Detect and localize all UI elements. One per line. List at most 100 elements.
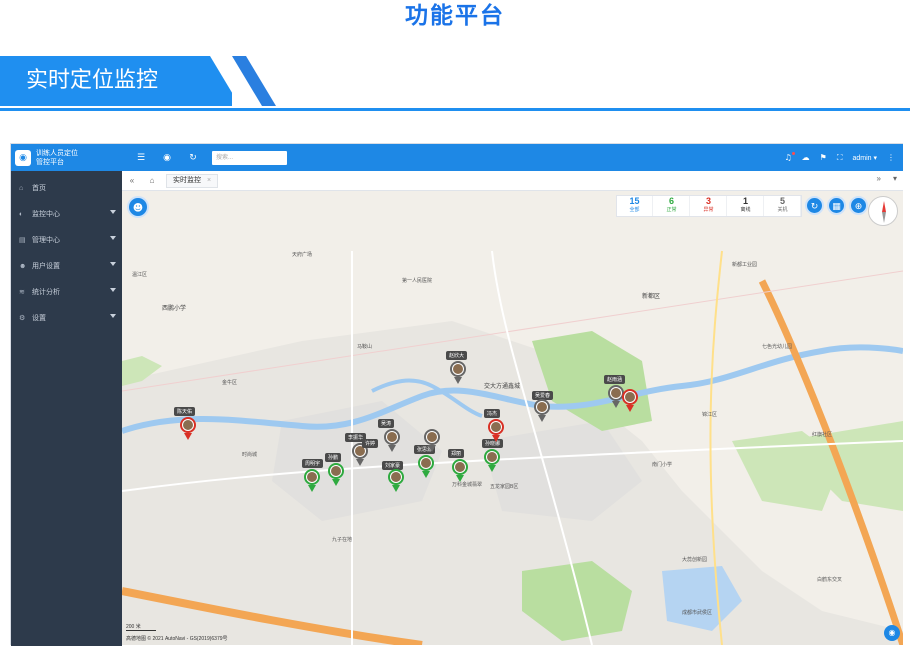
home-icon: ⌂ [19, 184, 24, 192]
chart-icon: ≋ [19, 289, 25, 296]
map-label: 时尚城 [242, 452, 258, 458]
stat-value: 3 [705, 196, 711, 206]
stat-shutdown[interactable]: 5 关机 [765, 196, 801, 216]
map-label: 天府广场 [292, 252, 313, 258]
tab-menu-icon[interactable]: ▾ [893, 174, 897, 183]
sidebar-item-user[interactable]: ☻ 用户设置 [11, 253, 122, 279]
username: admin [852, 154, 872, 162]
sidebar: ◉ 训练人员定位 管控平台 ⌂ 首页 ◐ 监控中心 ▤ 管理中心 ☻ 用户设置 ≋ 统计分… [11, 144, 122, 646]
stat-value: 5 [779, 196, 785, 206]
logo-icon: ◉ [15, 149, 31, 166]
map-label: 新都工业园 [732, 262, 758, 268]
close-icon[interactable]: × [207, 175, 211, 187]
app-window: ◉ 训练人员定位 管控平台 ⌂ 首页 ◐ 监控中心 ▤ 管理中心 ☻ 用户设置 ≋ 统计分… [10, 143, 903, 646]
status-summary: 15 全部 6 正常 3 异常 1 离线 5 关机 [616, 195, 802, 217]
section-title: 实时定位监控 [26, 68, 159, 93]
person-marker[interactable] [328, 463, 344, 486]
globe-icon[interactable]: ◉ [160, 153, 174, 163]
chevron-down-icon [110, 314, 116, 318]
person-marker[interactable] [488, 419, 504, 442]
person-marker[interactable] [418, 455, 434, 478]
stat-label: 关机 [777, 207, 788, 213]
sidebar-item-manage[interactable]: ▤ 管理中心 [11, 227, 122, 253]
chevron-down-icon [110, 262, 116, 266]
sidebar-item-label: 首页 [32, 185, 46, 192]
person-marker[interactable] [180, 417, 196, 440]
sidebar-item-home[interactable]: ⌂ 首页 [11, 175, 122, 201]
stat-offline[interactable]: 1 离线 [728, 196, 764, 216]
chevron-down-icon [110, 210, 116, 214]
sidebar-menu: ⌂ 首页 ◐ 监控中心 ▤ 管理中心 ☻ 用户设置 ≋ 统计分析 ⚙ 设置 [11, 175, 122, 331]
stat-label: 异常 [703, 207, 714, 213]
user-icon: ☻ [19, 262, 27, 270]
tab-realtime-monitor[interactable]: 实时监控 × [166, 173, 219, 188]
person-marker[interactable] [304, 469, 320, 492]
person-marker[interactable] [484, 449, 500, 472]
sidebar-item-label: 统计分析 [32, 289, 60, 296]
person-label: 郑丽 [448, 449, 465, 458]
person-marker[interactable] [384, 429, 400, 452]
compass-icon[interactable] [868, 196, 898, 226]
person-marker[interactable] [534, 399, 550, 422]
sidebar-item-stats[interactable]: ≋ 统计分析 [11, 279, 122, 305]
eye-icon[interactable]: ◉ [884, 625, 900, 641]
user-menu[interactable]: admin ▾ [852, 154, 877, 162]
page-title: 功能平台 [405, 3, 505, 29]
sidebar-item-monitor[interactable]: ◐ 监控中心 [11, 201, 122, 227]
tag-icon[interactable]: ⚑ [820, 153, 827, 162]
gear-icon: ⚙ [19, 315, 26, 322]
locate-button[interactable]: ⊕ [849, 196, 868, 215]
stat-value: 6 [668, 196, 674, 206]
stat-abnormal[interactable]: 3 异常 [691, 196, 727, 216]
more-icon[interactable]: ⋮ [887, 153, 895, 162]
grid-view-button[interactable]: ▦ [827, 196, 846, 215]
person-label: 周明宇 [302, 459, 324, 468]
home-tab-icon[interactable]: ⌂ [142, 176, 162, 185]
stat-label: 离线 [740, 207, 751, 213]
person-marker[interactable] [622, 389, 638, 412]
monitor-icon: ◐ [19, 210, 24, 218]
sidebar-item-label: 用户设置 [32, 263, 60, 270]
person-marker[interactable] [450, 361, 466, 384]
stat-all[interactable]: 15 全部 [617, 196, 653, 216]
map-view[interactable]: 西鹏小学 交大方通鑫城 新都区 温江区 新都工业园 马鞍山 第一人民医院 万科金… [122, 191, 903, 645]
map-label: 万科金城翡翠 [452, 482, 483, 488]
search-input[interactable]: 搜索... [212, 150, 287, 165]
map-label: 锦江区 [702, 412, 718, 418]
sidebar-item-settings[interactable]: ⚙ 设置 [11, 305, 122, 331]
person-label: 吴涛 [378, 419, 395, 428]
bell-icon[interactable]: ♫ [785, 152, 795, 162]
person-label: 孙鹏 [325, 453, 342, 462]
stat-normal[interactable]: 6 正常 [654, 196, 690, 216]
map-label: 九子在地 [332, 537, 353, 543]
logo-title-line1: 训练人员定位 [36, 149, 78, 157]
menu-toggle-icon[interactable]: ☰ [134, 153, 148, 163]
map-scale: 200 米 [126, 623, 156, 631]
map-label: 第一人民医院 [402, 278, 433, 284]
sidebar-item-label: 设置 [32, 315, 46, 322]
stat-value: 1 [742, 196, 748, 206]
chevron-down-icon [110, 288, 116, 292]
person-marker[interactable] [452, 459, 468, 482]
section-banner: 实时定位监控 [0, 56, 910, 116]
personnel-list-button[interactable]: ☻ [127, 196, 149, 218]
map-label: 白鹤东交叉 [817, 577, 843, 583]
person-label: 许婷 [362, 439, 379, 448]
fullscreen-icon[interactable]: ⛶ [837, 153, 843, 163]
tab-scroll-left-icon[interactable]: « [122, 176, 142, 185]
person-marker[interactable] [388, 469, 404, 492]
cloud-icon[interactable]: ☁ [802, 153, 810, 162]
refresh-map-button[interactable]: ↻ [805, 196, 824, 215]
tab-scroll-right-icon[interactable]: » [877, 174, 881, 183]
app-logo[interactable]: ◉ 训练人员定位 管控平台 [11, 144, 122, 171]
banner-line [0, 108, 910, 111]
map-label: 南门小学 [652, 462, 673, 468]
banner-stripe [232, 56, 276, 106]
refresh-icon[interactable]: ↻ [186, 153, 200, 163]
person-label: 陈天佑 [174, 407, 196, 416]
person-marker[interactable] [424, 429, 440, 452]
manage-icon: ▤ [19, 237, 26, 244]
map-label: 成都市武侯区 [682, 610, 713, 616]
chevron-down-icon [110, 236, 116, 240]
stat-value: 15 [629, 196, 640, 206]
